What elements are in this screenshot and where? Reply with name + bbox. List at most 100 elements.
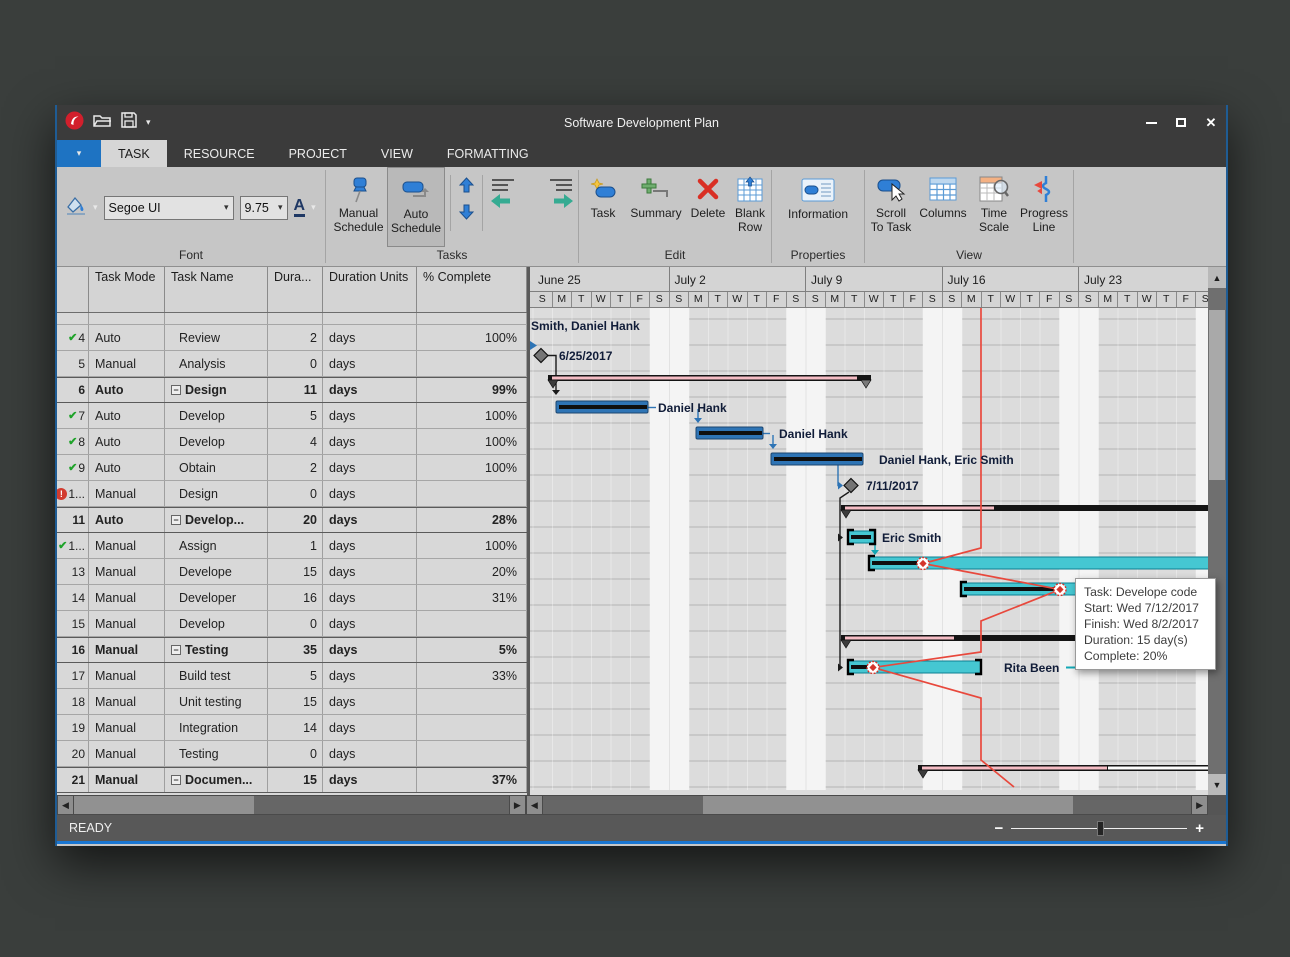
day-header-cell[interactable]: T (1157, 292, 1177, 307)
cell-duration[interactable]: 2 (268, 325, 323, 350)
cell-pct-complete[interactable]: 100% (417, 455, 527, 480)
cell-task-name[interactable]: Developer (165, 585, 268, 610)
table-horizontal-scrollbar[interactable]: ◀ ▶ (57, 795, 526, 815)
font-color-icon[interactable]: A (294, 198, 306, 217)
cell-task-mode[interactable]: Manual (89, 559, 165, 584)
cell-duration-units[interactable]: days (323, 351, 417, 376)
zoom-in-button[interactable]: + (1195, 820, 1204, 837)
cell-task-mode[interactable]: Manual (89, 638, 165, 662)
cell-task-name[interactable]: Develope (165, 559, 268, 584)
move-task-down-button[interactable] (456, 202, 476, 222)
cell-row-number[interactable]: 5 (57, 351, 89, 376)
cell-duration[interactable]: 5 (268, 403, 323, 428)
column-header-duration[interactable]: Dura... (268, 267, 323, 312)
vertical-scroll-track[interactable] (1208, 288, 1226, 774)
collapse-toggle-icon[interactable]: − (171, 385, 181, 395)
background-color-icon[interactable] (65, 195, 87, 220)
column-header-duration-units[interactable]: Duration Units (323, 267, 417, 312)
day-header-cell[interactable]: F (631, 292, 651, 307)
cell-task-name[interactable]: −Documen... (165, 768, 268, 792)
cell-pct-complete[interactable]: 100% (417, 403, 527, 428)
day-header-cell[interactable]: W (1138, 292, 1158, 307)
cell-duration[interactable]: 16 (268, 585, 323, 610)
chart-scroll-thumb[interactable] (703, 796, 1073, 814)
cell-duration-units[interactable]: days (323, 768, 417, 792)
cell-row-number[interactable]: 14 (57, 585, 89, 610)
cell-duration[interactable]: 0 (268, 351, 323, 376)
table-row[interactable]: ✔8AutoDevelop4days100% (57, 429, 527, 455)
cell-task-mode[interactable]: Manual (89, 741, 165, 766)
cell-task-name[interactable]: Design (165, 481, 268, 506)
cell-row-number[interactable]: 20 (57, 741, 89, 766)
day-header-cell[interactable]: S (650, 292, 670, 307)
cell-duration-units[interactable]: days (323, 455, 417, 480)
font-size-combobox[interactable]: 9.75 ▾ (240, 196, 288, 220)
cell-row-number[interactable]: 21 (57, 768, 89, 792)
table-row[interactable]: 18ManualUnit testing15days (57, 689, 527, 715)
chart-horizontal-scrollbar[interactable]: ◀ ▶ (526, 795, 1208, 815)
day-header-cell[interactable]: M (1099, 292, 1119, 307)
minimize-button[interactable] (1136, 110, 1166, 136)
cell-duration[interactable]: 1 (268, 533, 323, 558)
day-header-cell[interactable]: W (592, 292, 612, 307)
table-row[interactable]: ✔1...ManualAssign1days100% (57, 533, 527, 559)
cell-task-mode[interactable]: Auto (89, 403, 165, 428)
cell-task-mode[interactable]: Manual (89, 611, 165, 636)
cell-row-number[interactable]: ✔7 (57, 403, 89, 428)
cell-task-mode[interactable]: Manual (89, 533, 165, 558)
cell-task-name[interactable]: Obtain (165, 455, 268, 480)
zoom-slider-track[interactable] (1011, 828, 1187, 829)
cell-pct-complete[interactable]: 37% (417, 768, 527, 792)
cell-pct-complete[interactable] (417, 715, 527, 740)
table-row[interactable]: 15ManualDevelop0days (57, 611, 527, 637)
cell-duration-units[interactable]: days (323, 325, 417, 350)
cell-task-mode[interactable]: Auto (89, 455, 165, 480)
cell-pct-complete[interactable] (417, 611, 527, 636)
week-header-cell[interactable]: July 16 (943, 267, 1080, 291)
day-header-cell[interactable]: M (689, 292, 709, 307)
cell-duration-units[interactable]: days (323, 741, 417, 766)
cell-task-name[interactable]: Develop (165, 403, 268, 428)
table-row[interactable]: 21Manual−Documen...15days37% (57, 767, 527, 793)
table-row[interactable]: 16Manual−Testing35days5% (57, 637, 527, 663)
tab-formatting[interactable]: FORMATTING (430, 140, 546, 167)
insert-task-button[interactable]: Task (581, 167, 625, 247)
cell-task-name[interactable]: Review (165, 325, 268, 350)
font-color-dropdown-icon[interactable]: ▾ (311, 202, 316, 213)
day-header-cell[interactable]: T (982, 292, 1002, 307)
cell-pct-complete[interactable]: 5% (417, 638, 527, 662)
cell-pct-complete[interactable]: 99% (417, 378, 527, 402)
day-header-cell[interactable]: S (806, 292, 826, 307)
day-header-cell[interactable]: W (865, 292, 885, 307)
day-header-cell[interactable]: S (787, 292, 807, 307)
day-header-cell[interactable]: S (923, 292, 943, 307)
day-header-cell[interactable]: F (1040, 292, 1060, 307)
background-color-dropdown-icon[interactable]: ▾ (93, 202, 98, 213)
day-header-cell[interactable]: T (572, 292, 592, 307)
table-row[interactable]: !1...ManualDesign0days (57, 481, 527, 507)
cell-pct-complete[interactable]: 31% (417, 585, 527, 610)
cell-duration-units[interactable]: days (323, 481, 417, 506)
cell-pct-complete[interactable]: 33% (417, 663, 527, 688)
cell-task-mode[interactable]: Manual (89, 689, 165, 714)
timescale-week-row[interactable]: June 25July 2July 9July 16July 23 (530, 267, 1208, 292)
cell-row-number[interactable]: 16 (57, 638, 89, 662)
table-row[interactable]: ✔9AutoObtain2days100% (57, 455, 527, 481)
gantt-chart-body[interactable]: Smith, Daniel Hank6/25/2017Daniel HankDa… (530, 308, 1208, 795)
day-header-cell[interactable]: T (1021, 292, 1041, 307)
close-button[interactable]: ✕ (1196, 110, 1226, 136)
cell-duration-units[interactable]: days (323, 689, 417, 714)
task-bar-auto[interactable] (696, 427, 763, 439)
cell-duration[interactable]: 15 (268, 768, 323, 792)
cell-duration[interactable]: 5 (268, 663, 323, 688)
day-header-cell[interactable]: S (670, 292, 690, 307)
cell-row-number[interactable]: 19 (57, 715, 89, 740)
zoom-slider-thumb[interactable] (1097, 821, 1104, 836)
cell-duration[interactable]: 0 (268, 741, 323, 766)
cell-pct-complete[interactable] (417, 741, 527, 766)
cell-duration-units[interactable]: days (323, 715, 417, 740)
open-folder-icon[interactable] (93, 113, 112, 133)
day-header-cell[interactable]: W (728, 292, 748, 307)
column-header-task-name[interactable]: Task Name (165, 267, 268, 312)
cell-row-number[interactable]: ✔1... (57, 533, 89, 558)
